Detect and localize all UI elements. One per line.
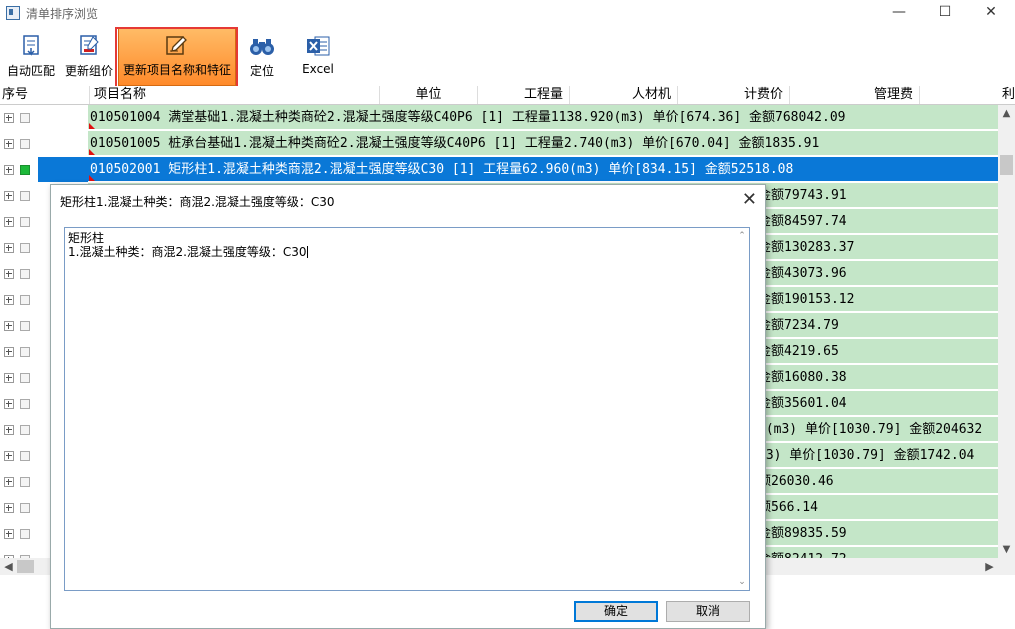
scroll-up-icon[interactable]: ▲ [998, 105, 1015, 122]
app-icon [6, 6, 20, 20]
node-icon [20, 217, 30, 227]
scroll-right-icon[interactable]: ▶ [981, 558, 998, 575]
node-icon [20, 295, 30, 305]
auto-match-label: 自动匹配 [6, 64, 55, 78]
expand-icon[interactable] [4, 451, 14, 461]
feature-textarea[interactable]: 矩形柱 1.混凝土种类：商混2.混凝土强度等级：C30 ⌃ ⌄ [64, 227, 750, 591]
expand-icon[interactable] [4, 373, 14, 383]
vertical-scrollbar[interactable]: ▲ ▼ [998, 105, 1015, 558]
node-icon [20, 321, 30, 331]
excel-label: Excel [302, 62, 334, 76]
scroll-thumb[interactable] [1000, 155, 1013, 175]
row-content[interactable]: 010502001 矩形柱1.混凝土种类商混2.混凝土强度等级C30 [1] 工… [88, 157, 998, 182]
expand-icon[interactable] [4, 529, 14, 539]
col-index[interactable]: 序号 [0, 86, 90, 104]
scroll-down-icon[interactable]: ▼ [998, 541, 1015, 558]
expand-icon[interactable] [4, 191, 14, 201]
col-name[interactable]: 项目名称 [90, 86, 380, 104]
locate-button[interactable]: 定位 [240, 30, 284, 84]
scroll-left-icon[interactable]: ◀ [0, 558, 17, 575]
expand-icon[interactable] [4, 165, 14, 175]
close-window-button[interactable]: ✕ [968, 0, 1014, 26]
close-icon[interactable]: ✕ [742, 189, 757, 210]
node-icon [20, 399, 30, 409]
node-icon [20, 269, 30, 279]
node-icon [20, 529, 30, 539]
expand-icon[interactable] [4, 243, 14, 253]
textarea-scroll-down-icon[interactable]: ⌄ [736, 577, 748, 587]
column-header: 序号 项目名称 单位 工程量 人材机 计费价 管理费 利 [0, 86, 1015, 105]
text-line-2: 1.混凝土种类：商混2.混凝土强度等级：C30 [68, 245, 307, 259]
node-icon [20, 477, 30, 487]
expand-icon[interactable] [4, 269, 14, 279]
expand-icon[interactable] [4, 295, 14, 305]
node-icon [20, 191, 30, 201]
text-line-1: 矩形柱 [68, 231, 105, 245]
expand-icon[interactable] [4, 347, 14, 357]
node-icon [20, 347, 30, 357]
maximize-button[interactable]: ☐ [922, 0, 968, 26]
textarea-scroll-up-icon[interactable]: ⌃ [736, 231, 748, 241]
table-row[interactable]: 010501005 桩承台基础1.混凝土种类商砼2.混凝土强度等级C40P6 [… [0, 131, 998, 157]
expand-icon[interactable] [4, 139, 14, 149]
node-icon [20, 503, 30, 513]
expand-icon[interactable] [4, 503, 14, 513]
row-marker [89, 123, 95, 129]
expand-icon[interactable] [4, 113, 14, 123]
minimize-button[interactable]: — [876, 0, 922, 26]
node-icon [20, 373, 30, 383]
col-unit[interactable]: 单位 [380, 86, 478, 104]
update-price-label: 更新组价 [64, 64, 113, 78]
selection-bar [38, 157, 90, 182]
text-caret [306, 246, 308, 258]
col-quantity[interactable]: 工程量 [478, 86, 570, 104]
expand-icon[interactable] [4, 399, 14, 409]
col-profit[interactable]: 利 [1002, 86, 1015, 104]
dialog-title: 矩形柱1.混凝土种类：商混2.混凝土强度等级：C30 [60, 195, 335, 209]
row-marker [89, 149, 95, 155]
excel-icon [305, 34, 331, 58]
row-content[interactable]: 010501005 桩承台基础1.混凝土种类商砼2.混凝土强度等级C40P6 [… [88, 131, 998, 156]
expand-icon[interactable] [4, 217, 14, 227]
node-icon [20, 113, 30, 123]
row-marker [89, 175, 95, 181]
node-icon-active [20, 165, 30, 175]
col-management-fee[interactable]: 管理费 [790, 86, 920, 104]
title-bar: 清单排序浏览 — ☐ ✕ [0, 0, 1015, 26]
expand-icon[interactable] [4, 425, 14, 435]
node-icon [20, 451, 30, 461]
node-icon [20, 243, 30, 253]
col-labor-material[interactable]: 人材机 [570, 86, 678, 104]
scroll-thumb-horizontal[interactable] [17, 560, 34, 573]
cancel-button[interactable]: 取消 [666, 601, 750, 622]
expand-icon[interactable] [4, 321, 14, 331]
auto-match-button[interactable]: 自动匹配 [4, 30, 58, 84]
binoculars-icon [249, 34, 275, 58]
col-charge-price[interactable]: 计费价 [678, 86, 790, 104]
locate-label: 定位 [249, 64, 274, 78]
node-icon [20, 139, 30, 149]
node-icon [20, 425, 30, 435]
expand-icon[interactable] [4, 477, 14, 487]
update-price-button[interactable]: 更新组价 [62, 30, 116, 84]
table-row-selected[interactable]: 010502001 矩形柱1.混凝土种类商混2.混凝土强度等级C30 [1] 工… [0, 157, 998, 183]
row-content[interactable]: 010501004 满堂基础1.混凝土种类商砼2.混凝土强度等级C40P6 [1… [88, 105, 998, 130]
auto-match-icon [18, 34, 44, 58]
textarea-scrollbar[interactable]: ⌃ ⌄ [736, 229, 748, 589]
ok-button[interactable]: 确定 [574, 601, 658, 622]
update-price-icon [76, 34, 102, 58]
excel-button[interactable]: Excel [296, 30, 340, 84]
table-row[interactable]: 010501004 满堂基础1.混凝土种类商砼2.混凝土强度等级C40P6 [1… [0, 105, 998, 131]
textarea-content[interactable]: 矩形柱 1.混凝土种类：商混2.混凝土强度等级：C30 [68, 231, 308, 259]
edit-dialog: 矩形柱1.混凝土种类：商混2.混凝土强度等级：C30 ✕ 矩形柱 1.混凝土种类… [50, 184, 766, 629]
window-title: 清单排序浏览 [26, 7, 99, 21]
